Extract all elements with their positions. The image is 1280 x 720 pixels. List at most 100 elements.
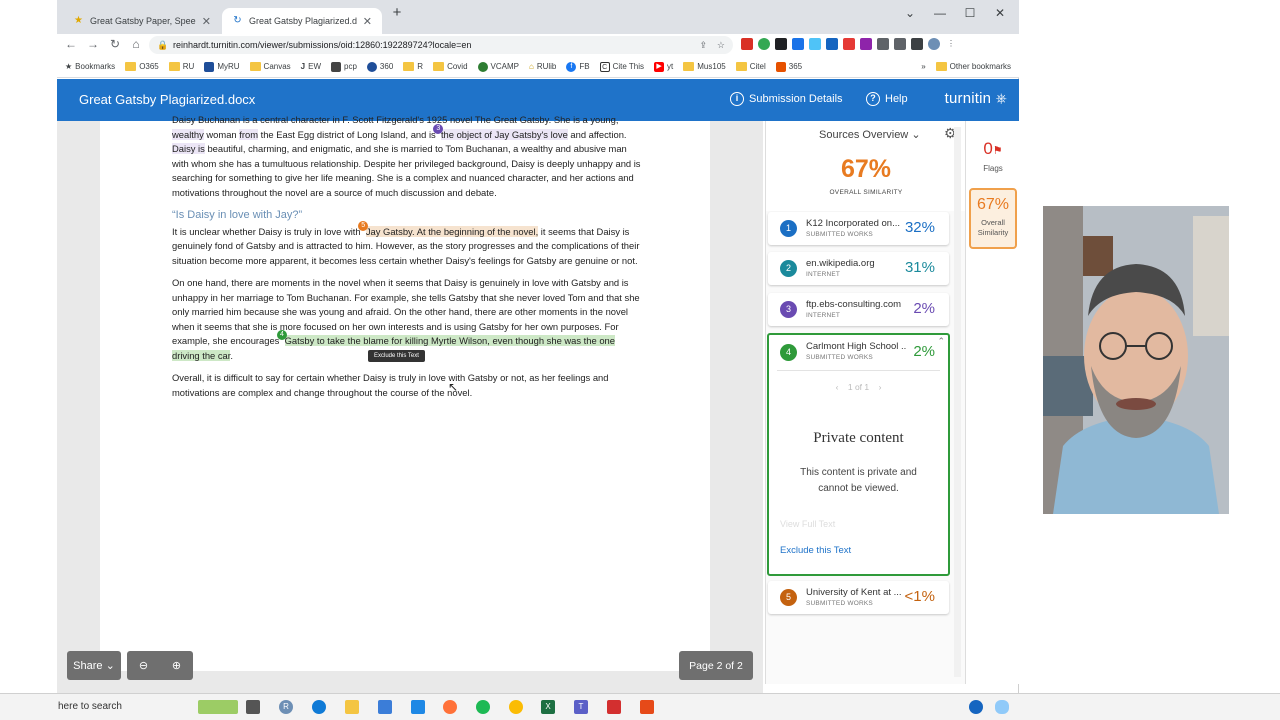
chevron-up-icon[interactable]: ⌃: [937, 336, 945, 347]
forward-icon[interactable]: →: [85, 37, 101, 51]
cloud-icon[interactable]: [995, 700, 1009, 714]
tab-search-chevron-icon[interactable]: ⌄: [895, 6, 925, 20]
accessibility-icon[interactable]: [969, 700, 983, 714]
extension-icon[interactable]: [741, 38, 753, 50]
bookmark-item[interactable]: Covid: [433, 62, 468, 71]
match-highlight[interactable]: the object of Jay Gatsby's love: [440, 128, 568, 140]
bookmark-item[interactable]: RU: [168, 62, 194, 71]
match-highlight[interactable]: wealthy: [172, 128, 204, 140]
teams-icon[interactable]: T: [574, 700, 588, 714]
extension-icon[interactable]: [809, 38, 821, 50]
app-icon[interactable]: [640, 700, 654, 714]
private-content-message: This content is private and cannot be vi…: [800, 467, 917, 494]
bookmark-star-icon[interactable]: ☆: [717, 36, 725, 54]
excel-icon[interactable]: X: [541, 700, 555, 714]
store-icon[interactable]: [378, 700, 392, 714]
acrobat-icon[interactable]: [607, 700, 621, 714]
bookmark-item[interactable]: pcp: [331, 61, 357, 72]
bookmark-item[interactable]: Canvas: [249, 62, 291, 71]
sidebar-icon[interactable]: [911, 38, 923, 50]
overall-similarity-tab[interactable]: 67% Overall Similarity: [969, 188, 1017, 249]
match-highlight[interactable]: from: [239, 128, 258, 140]
help-button[interactable]: ? Help: [866, 92, 908, 106]
puzzle-icon[interactable]: [877, 38, 889, 50]
bookmark-item[interactable]: f FB: [566, 61, 590, 72]
sources-overview-dropdown[interactable]: Sources Overview ⌄: [819, 128, 921, 141]
match-marker-5[interactable]: 5: [358, 220, 369, 231]
home-icon[interactable]: ⌂: [128, 37, 144, 51]
bookmark-item[interactable]: 360: [366, 61, 393, 72]
file-explorer-icon[interactable]: [345, 700, 359, 714]
bookmark-item[interactable]: MyRU: [204, 61, 240, 72]
chevron-right-icon[interactable]: ›: [879, 382, 882, 392]
bookmark-item[interactable]: 365: [775, 61, 802, 72]
tab-speedgrader[interactable]: ★ Great Gatsby Paper, SpeedGrade ✕: [63, 8, 221, 34]
maximize-button[interactable]: ☐: [955, 6, 985, 20]
close-icon[interactable]: ✕: [357, 15, 372, 28]
bookmark-item[interactable]: Citel: [735, 62, 766, 71]
bookmark-item[interactable]: R: [403, 62, 423, 71]
bookmark-item[interactable]: VCAMP: [477, 61, 519, 72]
task-view-icon[interactable]: [246, 700, 260, 714]
widgets-icon[interactable]: [198, 700, 238, 714]
bookmarks-bar: ★ Bookmarks O365 RU MyRU Canvas J EW pcp 3…: [57, 56, 1019, 78]
bookmark-item[interactable]: J EW: [301, 62, 321, 71]
extension-icon[interactable]: [758, 38, 770, 50]
match-marker-3[interactable]: 3: [433, 123, 444, 134]
other-bookmarks[interactable]: Other bookmarks: [935, 62, 1011, 71]
playlist-icon[interactable]: [894, 38, 906, 50]
share-icon[interactable]: ⇪: [699, 36, 707, 54]
sources-scrollbar[interactable]: [954, 127, 961, 677]
extension-icon[interactable]: [826, 38, 838, 50]
zoom-in-icon[interactable]: ⊕: [172, 659, 181, 672]
edge-icon[interactable]: [312, 700, 326, 714]
chevron-left-icon[interactable]: ‹: [836, 382, 839, 392]
close-icon[interactable]: ✕: [196, 15, 211, 28]
bookmark-item[interactable]: O365: [125, 62, 159, 71]
reload-icon[interactable]: ↻: [107, 37, 123, 51]
share-button[interactable]: Share ⌄: [67, 651, 121, 680]
bookmarks-overflow-button[interactable]: »: [921, 62, 925, 71]
menu-dots-icon[interactable]: ⋮: [945, 38, 957, 50]
tab-turnitin[interactable]: ↻ Great Gatsby Plagiarized.docx - T ✕: [222, 8, 382, 34]
source-number-badge: 1: [780, 220, 797, 237]
extension-icon[interactable]: [860, 38, 872, 50]
source-item-4-expanded[interactable]: 4 Carlmont High School ... SUBMITTED WOR…: [767, 333, 950, 576]
exclude-text-tooltip[interactable]: Exclude this Text: [368, 350, 425, 362]
url-input[interactable]: 🔒 reinhardt.turnitin.com/viewer/submissi…: [149, 36, 733, 54]
close-window-button[interactable]: ✕: [985, 6, 1015, 20]
source-item-2[interactable]: 2 en.wikipedia.org INTERNET 31%: [768, 252, 949, 285]
extension-icon[interactable]: [792, 38, 804, 50]
firefox-icon[interactable]: [443, 700, 457, 714]
lock-icon: 🔒: [157, 40, 169, 50]
document-scrollbar[interactable]: [754, 121, 763, 693]
source-item-3[interactable]: 3 ftp.ebs-consulting.com INTERNET 2%: [768, 293, 949, 326]
taskbar-search[interactable]: here to search: [58, 701, 122, 712]
submission-details-button[interactable]: i Submission Details: [730, 92, 843, 106]
extension-icon[interactable]: [775, 38, 787, 50]
zoom-out-icon[interactable]: ⊖: [139, 659, 148, 672]
source-item-1[interactable]: 1 K12 Incorporated on... SUBMITTED WORKS…: [768, 212, 949, 245]
bookmark-item[interactable]: ★ Bookmarks: [65, 62, 115, 71]
profile-avatar[interactable]: [928, 38, 940, 50]
new-tab-button[interactable]: +: [382, 4, 412, 21]
page-indicator: Page 2 of 2: [679, 651, 753, 680]
flags-label[interactable]: Flags: [966, 164, 1020, 173]
back-icon[interactable]: ←: [63, 37, 79, 51]
profile-icon[interactable]: R: [279, 700, 293, 714]
match-marker-4[interactable]: 4: [276, 330, 287, 340]
spotify-icon[interactable]: [476, 700, 490, 714]
bookmark-item[interactable]: ▶ yt: [654, 61, 673, 72]
match-highlight[interactable]: Jay Gatsby. At the beginning of the nove…: [365, 225, 539, 237]
bookmark-item[interactable]: ⌂ RUlib: [529, 62, 556, 71]
extension-icon[interactable]: [843, 38, 855, 50]
chrome-icon[interactable]: [509, 700, 523, 714]
exclude-text-link[interactable]: Exclude this Text: [780, 545, 851, 556]
minimize-button[interactable]: —: [925, 6, 955, 20]
source-item-5[interactable]: 5 University of Kent at ... SUBMITTED WO…: [768, 581, 949, 614]
app-icon[interactable]: [411, 700, 425, 714]
bookmark-item[interactable]: C Cite This: [599, 61, 644, 72]
webcam-video: [1043, 206, 1229, 514]
bookmark-item[interactable]: Mus105: [683, 62, 726, 71]
match-highlight[interactable]: Daisy is: [172, 143, 205, 154]
